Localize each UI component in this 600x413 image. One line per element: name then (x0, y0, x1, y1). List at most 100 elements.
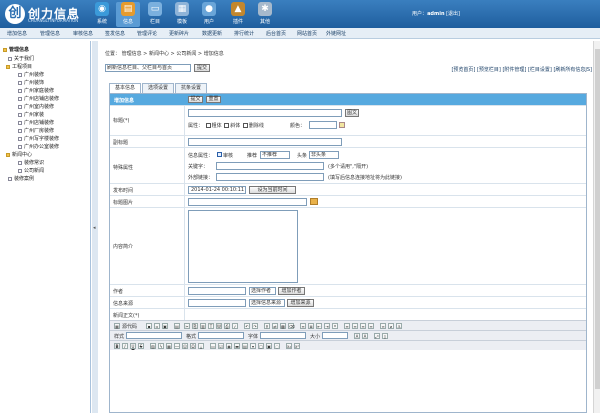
form-reset-button[interactable]: 重置 (206, 96, 221, 103)
subtitle-input[interactable] (188, 138, 342, 146)
color-picker-icon[interactable] (339, 122, 345, 128)
find-icon[interactable]: ⚲ (264, 323, 270, 329)
bulleted-list-icon[interactable]: ≣ (308, 323, 314, 329)
link-icon[interactable]: ∞ (380, 323, 386, 329)
title-image-button[interactable]: 图文 (345, 109, 359, 117)
submenu-external-links[interactable]: 外链网址 (326, 30, 346, 37)
intro-textarea[interactable] (188, 210, 298, 283)
source-input[interactable] (188, 299, 246, 307)
sidebar-item[interactable]: 广州室内装修 (18, 103, 54, 110)
nav-template[interactable]: ▦ 模板 (170, 2, 194, 27)
nav-info[interactable]: ▤ 信息 (116, 2, 140, 27)
author-select[interactable]: 选择作者 (249, 287, 276, 295)
checkbox-icon[interactable]: ☑ (218, 343, 224, 349)
replace-icon[interactable]: ⇄ (272, 323, 278, 329)
page-break-icon[interactable]: ⤓ (198, 343, 204, 349)
superscript-icon[interactable]: x² (294, 343, 300, 349)
text-color-icon[interactable]: A (354, 333, 360, 339)
select-all-icon[interactable]: ▩ (280, 323, 286, 329)
title-image-input[interactable] (188, 198, 307, 206)
sidebar-item[interactable]: 广州装修 (18, 71, 44, 78)
audit-checkbox[interactable] (217, 152, 222, 157)
template-icon[interactable]: ▤ (174, 323, 180, 329)
keywords-input[interactable] (216, 162, 324, 170)
unlink-icon[interactable]: ⌀ (388, 323, 394, 329)
sidebar-item[interactable]: 广州厂房装修 (18, 127, 54, 134)
nav-user[interactable]: ● 用户 (197, 2, 221, 27)
submenu-admin-home[interactable]: 后台首页 (266, 30, 286, 37)
sidebar-item-about[interactable]: 关于我们 (8, 55, 34, 62)
redo-icon[interactable]: ↷ (252, 323, 258, 329)
paste-word-icon[interactable]: W (216, 323, 222, 329)
submenu-sign-info[interactable]: 签发信息 (105, 30, 125, 37)
title-input[interactable] (188, 109, 342, 117)
special-char-icon[interactable]: Ω (190, 343, 196, 349)
sidebar-item[interactable]: 广州家庭装修 (18, 87, 54, 94)
sidebar-item[interactable]: 广州写字楼装修 (18, 135, 59, 142)
style-select[interactable] (126, 332, 182, 339)
paste-text-icon[interactable]: T (208, 323, 214, 329)
maximize-icon[interactable]: ⤢ (374, 333, 380, 339)
align-justify-icon[interactable]: ≡ (368, 323, 374, 329)
tab-options[interactable]: 选项设置 (142, 83, 174, 93)
publish-time-input[interactable]: 2014-01-24 00:10:11 (188, 186, 246, 194)
text-field-icon[interactable]: ▬ (234, 343, 240, 349)
nav-column[interactable]: ▭ 栏目 (143, 2, 167, 27)
author-input[interactable] (188, 287, 246, 295)
copy-icon[interactable]: ⎘ (192, 323, 198, 329)
sidebar-item[interactable]: 装修常识 (18, 159, 44, 166)
button-field-icon[interactable]: ▢ (258, 343, 264, 349)
submenu-data-update[interactable]: 数据更新 (202, 30, 222, 37)
preview-icon[interactable]: ▣ (162, 323, 168, 329)
flash-icon[interactable]: ϟ (158, 343, 164, 349)
logout-link[interactable]: [退出] (446, 11, 460, 17)
sidebar-item[interactable]: 广州装饰 (18, 79, 44, 86)
sidebar-item[interactable]: 广州店铺装修 (18, 119, 54, 126)
spellcheck-icon[interactable]: ✓ (232, 323, 238, 329)
strike-checkbox[interactable] (242, 123, 248, 128)
tab-capture[interactable]: 抗条设置 (175, 83, 207, 93)
sidebar-item-news[interactable]: 新闻中心 (6, 151, 32, 158)
numbered-list-icon[interactable]: ≡ (300, 323, 306, 329)
size-select[interactable] (322, 332, 348, 339)
undo-icon[interactable]: ↶ (244, 323, 250, 329)
scrollbar-thumb[interactable] (595, 49, 600, 389)
collapse-arrow-icon[interactable]: ◂ (93, 225, 96, 231)
anchor-icon[interactable]: ⚓ (396, 323, 402, 329)
sidebar-item[interactable]: 公司新闻 (18, 167, 44, 174)
sidebar-item[interactable]: 广州家装 (18, 111, 44, 118)
save-icon[interactable]: ▪ (146, 323, 152, 329)
source-select[interactable]: 选择信息来源 (249, 299, 285, 307)
sidebar-splitter[interactable]: ◂ (92, 41, 98, 413)
headline-select[interactable]: 非头条 (309, 151, 339, 159)
radio-icon[interactable]: ◉ (226, 343, 232, 349)
submenu-add-info[interactable]: 增加信息 (7, 30, 27, 37)
nav-plugin[interactable]: ▲ 插件 (226, 2, 250, 27)
outdent-icon[interactable]: ⇤ (316, 323, 322, 329)
italic-icon[interactable]: I (122, 343, 128, 349)
source-code-icon[interactable]: ▦ (114, 323, 120, 329)
paste-icon[interactable]: ▥ (200, 323, 206, 329)
toolbar-right-links[interactable]: [预览首页] [预览栏目] [附件管理] [栏目设置] [刷新所有信息JS] (451, 66, 592, 73)
bold-checkbox[interactable] (205, 123, 211, 128)
italic-checkbox[interactable] (224, 123, 230, 128)
horizontal-rule-icon[interactable]: ― (174, 343, 180, 349)
add-author-button[interactable]: 增加作者 (278, 287, 305, 295)
indent-icon[interactable]: ⇥ (324, 323, 330, 329)
submenu-manage-info[interactable]: 管理信息 (40, 30, 60, 37)
image-browse-icon[interactable] (310, 198, 318, 205)
sidebar-item-projects[interactable]: 工程项目 (6, 63, 32, 70)
submenu-site-home[interactable]: 网站首页 (297, 30, 317, 37)
table-icon[interactable]: ▦ (166, 343, 172, 349)
submenu-ranking[interactable]: 排行统计 (234, 30, 254, 37)
select-field-icon[interactable]: ▾ (250, 343, 256, 349)
image-icon[interactable]: ▨ (150, 343, 156, 349)
bold-icon[interactable]: B (114, 343, 120, 349)
form-icon[interactable]: ▭ (210, 343, 216, 349)
underline-icon[interactable]: U (130, 343, 136, 349)
set-current-time-button[interactable]: 设为当前时间 (249, 186, 296, 194)
submenu-update-fragments[interactable]: 更新碎片 (169, 30, 189, 37)
tab-basic-info[interactable]: 基本信息 (109, 83, 141, 93)
form-submit-button[interactable]: 提交 (188, 96, 203, 103)
subscript-icon[interactable]: x₂ (286, 343, 292, 349)
